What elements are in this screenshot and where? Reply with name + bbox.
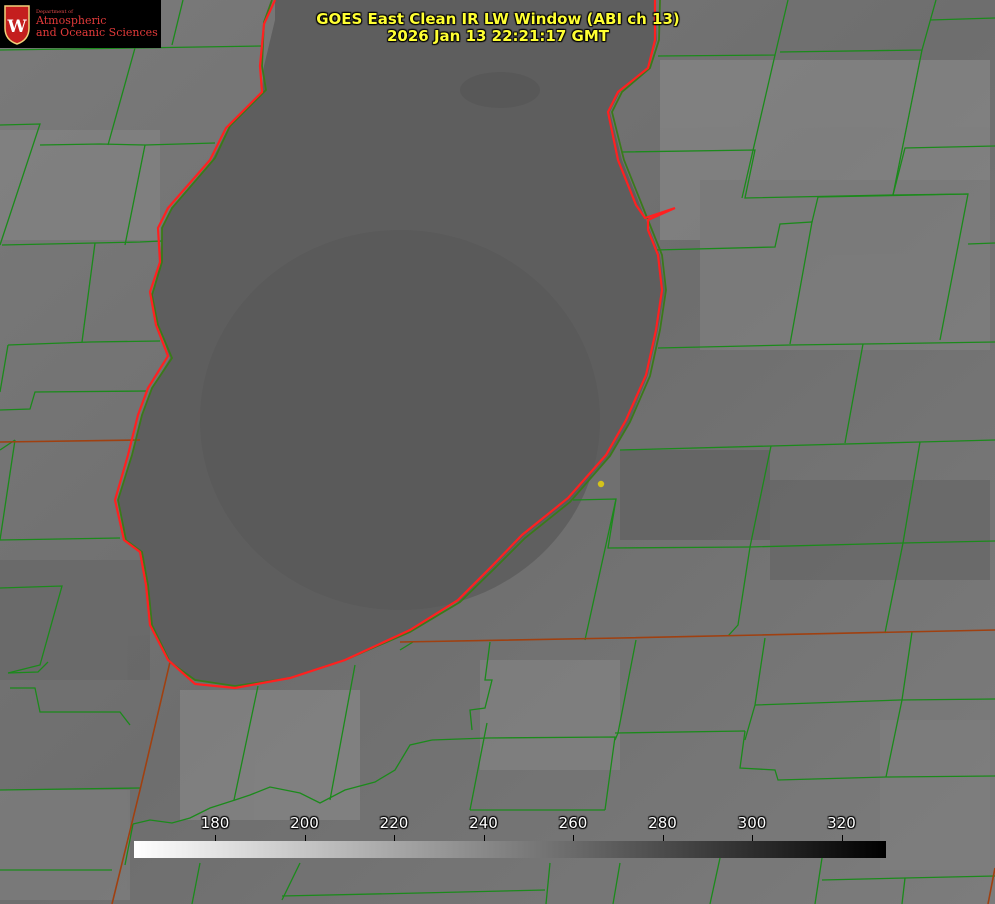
satellite-image-viewer: W Department of Atmospheric and Oceanic … [0, 0, 995, 904]
colorbar-tick-label: 200 [290, 814, 319, 832]
colorbar-tick-label: 240 [469, 814, 498, 832]
colorbar-tick-label: 280 [648, 814, 677, 832]
aos-logo: W Department of Atmospheric and Oceanic … [0, 0, 161, 48]
temperature-colorbar [134, 841, 886, 858]
title-product: GOES East Clean IR LW Window (ABI ch 13) [316, 10, 680, 28]
uw-crest-icon: W [4, 5, 30, 45]
image-title: GOES East Clean IR LW Window (ABI ch 13)… [248, 11, 748, 45]
colorbar-tick-label: 220 [379, 814, 409, 832]
title-timestamp: 2026 Jan 13 22:21:17 GMT [387, 27, 609, 45]
colorbar-tick-label: 260 [558, 814, 588, 832]
colorbar-tick-label: 300 [737, 814, 767, 832]
colorbar-tick-label: 320 [827, 814, 856, 832]
logo-line-2: and Oceanic Sciences [36, 25, 158, 39]
location-dot-icon [597, 480, 605, 488]
satellite-map [0, 0, 995, 904]
colorbar-tick-label: 180 [200, 814, 230, 832]
logo-line-1: Atmospheric [36, 14, 107, 28]
svg-text:W: W [6, 17, 27, 37]
